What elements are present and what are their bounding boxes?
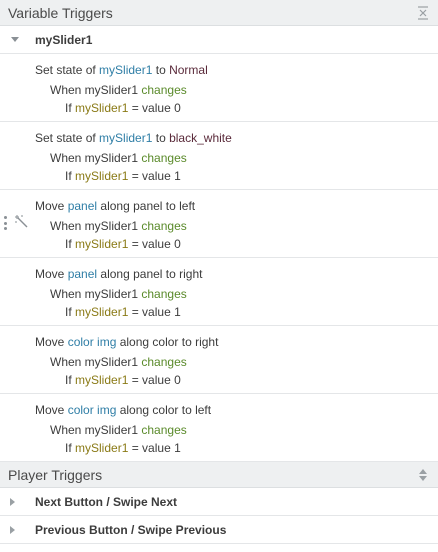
action-mid: to: [152, 131, 170, 145]
trigger-row[interactable]: Set state of mySlider1 to Normal When myS…: [0, 54, 438, 122]
condition-text: = value 1: [128, 169, 181, 183]
condition-text: = value 1: [128, 305, 181, 319]
action-mid: along panel to right: [97, 267, 203, 281]
player-trigger-label: Previous Button / Swipe Previous: [35, 522, 227, 537]
if-text: If: [65, 305, 76, 319]
variable-name[interactable]: mySlider1: [75, 305, 128, 319]
trigger-action: Move color img along color to right: [35, 335, 218, 349]
trigger-row[interactable]: Move panel along panel to left When mySli…: [0, 190, 438, 258]
if-text: If: [65, 169, 76, 183]
variable-name[interactable]: mySlider1: [75, 373, 128, 387]
player-trigger-previous[interactable]: Previous Button / Swipe Previous: [0, 516, 438, 544]
if-text: If: [65, 373, 76, 387]
caret-right-icon[interactable]: [8, 525, 16, 534]
trigger-action: Move color img along color to left: [35, 403, 211, 417]
trigger-row[interactable]: Set state of mySlider1 to black_white Whe…: [0, 122, 438, 190]
trigger-condition: If mySlider1 = value 0: [65, 237, 181, 251]
when-text: When mySlider1: [50, 423, 142, 437]
action-text: Move: [35, 267, 68, 281]
trigger-condition: If mySlider1 = value 0: [65, 101, 181, 115]
trigger-condition: If mySlider1 = value 1: [65, 169, 181, 183]
trigger-when: When mySlider1 changes: [50, 151, 187, 165]
object-name[interactable]: panel: [68, 199, 97, 213]
state-name[interactable]: Normal: [169, 63, 208, 77]
object-name[interactable]: color img: [68, 403, 117, 417]
action-mid: along panel to left: [97, 199, 196, 213]
condition-text: = value 0: [128, 373, 181, 387]
trigger-when: When mySlider1 changes: [50, 83, 187, 97]
if-text: If: [65, 237, 76, 251]
trigger-condition: If mySlider1 = value 1: [65, 441, 181, 455]
condition-text: = value 0: [128, 237, 181, 251]
action-text: Set state of: [35, 131, 100, 145]
group-label: mySlider1: [35, 32, 93, 47]
if-text: If: [65, 441, 76, 455]
event-name[interactable]: changes: [141, 151, 186, 165]
state-name[interactable]: black_white: [169, 131, 232, 145]
variable-triggers-title: Variable Triggers: [8, 4, 113, 21]
action-mid: along color to right: [116, 335, 219, 349]
when-text: When mySlider1: [50, 83, 142, 97]
action-mid: along color to left: [116, 403, 212, 417]
event-name[interactable]: changes: [141, 355, 186, 369]
action-mid: to: [152, 63, 170, 77]
magic-wand-icon[interactable]: [14, 214, 30, 230]
variable-triggers-header[interactable]: Variable Triggers: [0, 0, 438, 26]
trigger-when: When mySlider1 changes: [50, 355, 187, 369]
player-triggers-title: Player Triggers: [8, 466, 103, 483]
object-name[interactable]: panel: [68, 267, 97, 281]
event-name[interactable]: changes: [141, 219, 186, 233]
trigger-condition: If mySlider1 = value 1: [65, 305, 181, 319]
player-triggers-header[interactable]: Player Triggers: [0, 462, 438, 488]
trigger-when: When mySlider1 changes: [50, 287, 187, 301]
trigger-action: Move panel along panel to left: [35, 199, 195, 213]
trigger-row[interactable]: Move color img along color to right When …: [0, 326, 438, 394]
condition-text: = value 0: [128, 101, 181, 115]
drag-handle-icon[interactable]: [4, 216, 8, 230]
action-text: Move: [35, 199, 68, 213]
action-text: Move: [35, 403, 68, 417]
collapse-all-icon[interactable]: [416, 5, 430, 20]
trigger-action: Move panel along panel to right: [35, 267, 202, 281]
when-text: When mySlider1: [50, 151, 142, 165]
when-text: When mySlider1: [50, 219, 142, 233]
trigger-when: When mySlider1 changes: [50, 219, 187, 233]
variable-name[interactable]: mySlider1: [75, 169, 128, 183]
trigger-action: Set state of mySlider1 to black_white: [35, 131, 232, 145]
trigger-list: Set state of mySlider1 to Normal When myS…: [0, 54, 438, 462]
object-name[interactable]: mySlider1: [99, 131, 152, 145]
object-name[interactable]: color img: [68, 335, 117, 349]
trigger-row[interactable]: Move panel along panel to right When mySl…: [0, 258, 438, 326]
caret-right-icon[interactable]: [8, 497, 16, 506]
trigger-row[interactable]: Move color img along color to left When m…: [0, 394, 438, 462]
caret-down-icon[interactable]: [8, 36, 22, 43]
condition-text: = value 1: [128, 441, 181, 455]
variable-name[interactable]: mySlider1: [75, 441, 128, 455]
event-name[interactable]: changes: [141, 423, 186, 437]
variable-name[interactable]: mySlider1: [75, 237, 128, 251]
action-text: Move: [35, 335, 68, 349]
when-text: When mySlider1: [50, 355, 142, 369]
variable-name[interactable]: mySlider1: [75, 101, 128, 115]
event-name[interactable]: changes: [141, 287, 186, 301]
action-text: Set state of: [35, 63, 100, 77]
trigger-action: Set state of mySlider1 to Normal: [35, 63, 208, 77]
trigger-condition: If mySlider1 = value 0: [65, 373, 181, 387]
if-text: If: [65, 101, 76, 115]
sort-icon[interactable]: [416, 468, 430, 482]
group-row-myslider1[interactable]: mySlider1: [0, 26, 438, 54]
trigger-when: When mySlider1 changes: [50, 423, 187, 437]
player-trigger-label: Next Button / Swipe Next: [35, 494, 178, 509]
player-trigger-next[interactable]: Next Button / Swipe Next: [0, 488, 438, 516]
when-text: When mySlider1: [50, 287, 142, 301]
event-name[interactable]: changes: [141, 83, 186, 97]
object-name[interactable]: mySlider1: [99, 63, 152, 77]
